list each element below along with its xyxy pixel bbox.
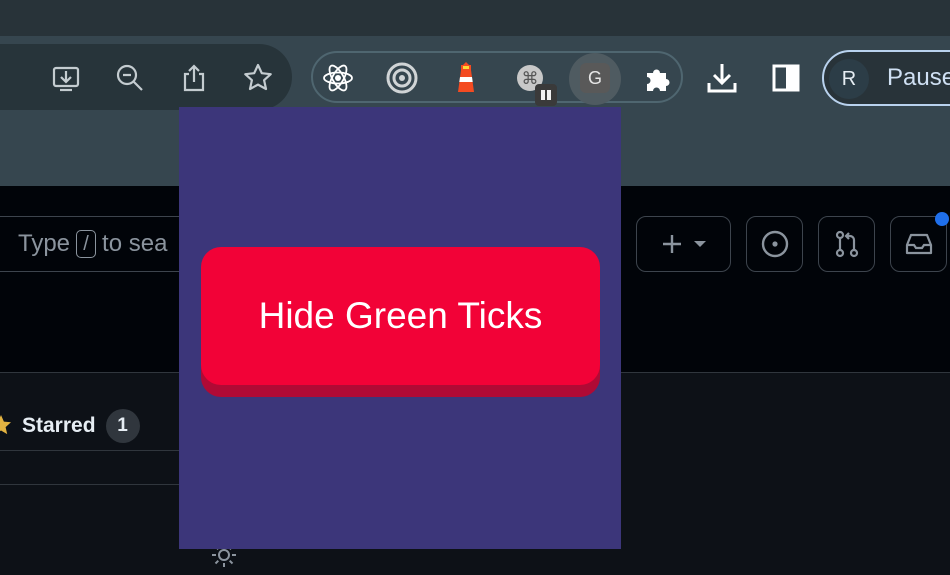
search-placeholder-after: to sea <box>102 230 168 257</box>
bookmark-star-icon[interactable] <box>236 56 280 100</box>
side-panel-icon[interactable] <box>764 56 808 100</box>
puzzle-extensions-icon[interactable] <box>636 56 680 100</box>
starred-count-badge: 1 <box>105 409 140 443</box>
subnav-divider-lower <box>0 484 180 485</box>
star-icon <box>0 415 11 435</box>
starred-label: Starred <box>22 414 96 437</box>
subnav-divider <box>0 450 180 451</box>
share-icon[interactable] <box>172 56 216 100</box>
pull-request-icon <box>835 230 858 258</box>
issue-icon <box>761 230 788 258</box>
pause-badge-icon <box>535 84 557 106</box>
tab-starred[interactable]: Starred 1 <box>0 402 140 450</box>
react-devtools-icon[interactable] <box>316 56 360 100</box>
avatar: R <box>829 59 869 99</box>
hide-green-ticks-button[interactable]: Hide Green Ticks <box>201 247 600 385</box>
slash-key: / <box>76 230 97 258</box>
notification-dot <box>935 212 949 226</box>
pull-requests-button[interactable] <box>818 216 875 272</box>
install-app-icon[interactable] <box>44 56 88 100</box>
inbox-icon <box>905 233 932 255</box>
g-extension-icon[interactable]: G <box>580 63 610 93</box>
profile-status-label: Pause <box>887 64 950 91</box>
search-placeholder-before: Type <box>18 230 71 257</box>
issues-button[interactable] <box>746 216 803 272</box>
extensions-container <box>311 51 683 103</box>
target-extension-icon[interactable] <box>380 56 424 100</box>
plus-icon <box>662 235 706 253</box>
create-new-button[interactable] <box>636 216 731 272</box>
search-placeholder: Type / to sea <box>18 230 167 258</box>
lighthouse-icon[interactable] <box>444 56 488 100</box>
tab-strip <box>0 0 950 36</box>
download-icon[interactable] <box>700 56 744 100</box>
zoom-out-icon[interactable] <box>108 56 152 100</box>
avatar-initial: R <box>841 67 857 90</box>
g-extension-letter: G <box>587 67 602 88</box>
